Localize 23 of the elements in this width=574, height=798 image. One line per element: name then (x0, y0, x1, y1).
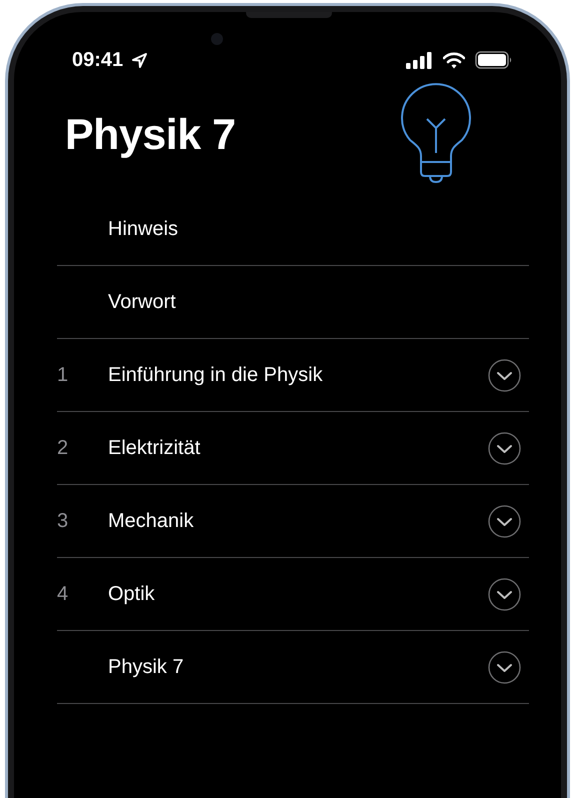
page-title: Physik 7 (65, 110, 236, 161)
chapter-title[interactable]: Mechanik (108, 510, 488, 532)
chapter-title[interactable]: Optik (108, 582, 488, 606)
chapter-number: 4 (57, 582, 70, 606)
chapter-title[interactable]: Hinweis (108, 218, 529, 240)
location-arrow-icon (131, 52, 148, 68)
wifi-icon (443, 52, 465, 68)
battery-icon (475, 51, 513, 69)
signal-icon (406, 52, 433, 68)
chapter-title[interactable]: Vorwort (108, 290, 529, 314)
expand-chevron-icon[interactable] (488, 650, 521, 684)
expand-chevron-icon[interactable] (488, 504, 521, 538)
expand-chevron-icon[interactable] (488, 432, 521, 464)
chapter-title[interactable]: Elektrizität (108, 436, 488, 460)
chapter-title[interactable]: Physik 7 (108, 656, 488, 678)
chapter-number: 3 (57, 510, 70, 532)
camera-dot (211, 33, 223, 45)
clock-time: 09:41 (72, 48, 124, 72)
chapter-number: 1 (57, 364, 70, 386)
expand-chevron-icon[interactable] (488, 578, 521, 610)
expand-chevron-icon[interactable] (488, 358, 521, 392)
chapter-title[interactable]: Einführung in die Physik (108, 364, 488, 386)
chapter-number: 2 (57, 436, 70, 460)
